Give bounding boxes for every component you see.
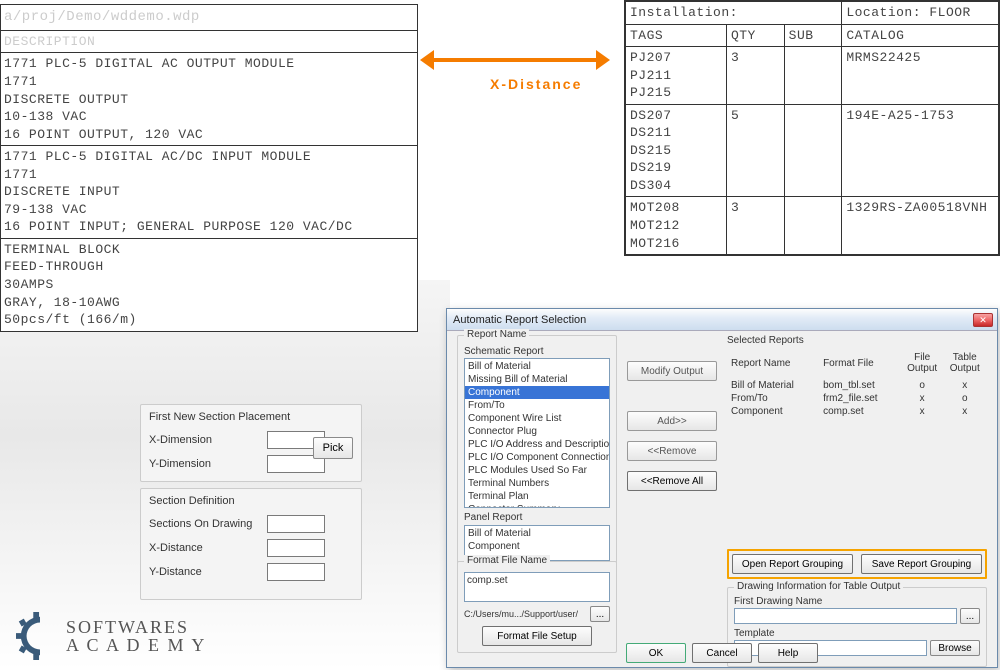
table-row: DS207 DS211 DS215 DS219 DS3045194E-A25-1… — [626, 104, 999, 197]
schematic-report-label: Schematic Report — [464, 346, 610, 357]
panel-title: First New Section Placement — [149, 411, 353, 423]
col-sub: SUB — [784, 24, 842, 47]
x-distance-label: X-Distance — [149, 542, 267, 554]
panel-title: Section Definition — [149, 495, 353, 507]
bom-section: 1771 PLC-5 DIGITAL AC OUTPUT MODULE 1771… — [1, 53, 417, 146]
x-distance-arrow — [420, 50, 610, 70]
bom-section: TERMINAL BLOCK FEED-THROUGH 30AMPS GRAY,… — [1, 239, 417, 331]
col-qty: QTY — [726, 24, 784, 47]
y-distance-label: Y-Distance — [149, 566, 267, 578]
table-row: PJ207 PJ211 PJ2153MRMS22425 — [626, 47, 999, 105]
list-item[interactable]: PLC Modules Used So Far — [465, 464, 609, 477]
close-icon[interactable]: ✕ — [973, 313, 993, 327]
template-label: Template — [734, 628, 980, 639]
list-item[interactable]: PLC I/O Address and Descriptions — [465, 438, 609, 451]
installation-table: Installation: Location: FLOOR TAGS QTY S… — [624, 0, 1000, 256]
col-tags: TAGS — [626, 24, 727, 47]
x-distance-label: X-Distance — [490, 76, 582, 92]
drawing-info-label: Drawing Information for Table Output — [734, 581, 903, 592]
remove-button[interactable]: <<Remove — [627, 441, 717, 461]
table-row[interactable]: Componentcomp.setxx — [729, 406, 985, 417]
gear-icon — [16, 612, 64, 660]
list-item[interactable]: Connector Summary — [465, 503, 609, 508]
modify-output-button[interactable]: Modify Output — [627, 361, 717, 381]
sections-on-drawing-input[interactable] — [267, 515, 325, 533]
softwares-academy-logo: SOFTWARES A C A D E M Y — [16, 612, 206, 660]
y-dimension-label: Y-Dimension — [149, 458, 267, 470]
logo-text-1: SOFTWARES — [66, 618, 206, 636]
format-file-name-label: Format File Name — [464, 555, 550, 566]
browse-path-button[interactable]: ... — [590, 606, 610, 622]
project-path: a/proj/Demo/wddemo.wdp — [1, 5, 417, 31]
y-distance-input[interactable] — [267, 563, 325, 581]
list-item[interactable]: Component Wire List — [465, 412, 609, 425]
location-cell: Location: FLOOR — [842, 2, 999, 25]
add-button[interactable]: Add>> — [627, 411, 717, 431]
list-item[interactable]: Bill of Material — [465, 527, 609, 540]
list-item[interactable]: Component — [465, 386, 609, 399]
bom-section: 1771 PLC-5 DIGITAL AC/DC INPUT MODULE 17… — [1, 146, 417, 239]
first-drawing-name-label: First Drawing Name — [734, 596, 980, 607]
x-distance-input[interactable] — [267, 539, 325, 557]
first-drawing-name-input[interactable] — [734, 608, 957, 624]
report-grouping-highlight: Open Report Grouping Save Report Groupin… — [727, 549, 987, 579]
list-item[interactable]: Connector Plug — [465, 425, 609, 438]
x-dimension-label: X-Dimension — [149, 434, 267, 446]
section-definition-panel: Section Definition Sections On Drawing X… — [140, 488, 362, 600]
open-report-grouping-button[interactable]: Open Report Grouping — [732, 554, 853, 574]
table-row: MOT208 MOT212 MOT21631329RS-ZA00518VNH — [626, 197, 999, 255]
list-item[interactable]: PLC I/O Component Connection — [465, 451, 609, 464]
list-item[interactable]: Component — [465, 540, 609, 553]
panel-report-label: Panel Report — [464, 512, 610, 523]
installation-cell: Installation: — [626, 2, 842, 25]
table-row[interactable]: From/Tofrm2_file.setxo — [729, 393, 985, 404]
list-item[interactable]: Terminal Numbers — [465, 477, 609, 490]
first-section-placement-panel: First New Section Placement X-Dimension … — [140, 404, 362, 482]
report-name-label: Report Name — [464, 329, 529, 340]
description-header: DESCRIPTION — [1, 31, 417, 54]
automatic-report-selection-dialog: Automatic Report Selection ✕ Report Name… — [446, 308, 998, 668]
format-file-value[interactable]: comp.set — [464, 572, 610, 602]
list-item[interactable]: Missing Bill of Material — [465, 373, 609, 386]
col-catalog: CATALOG — [842, 24, 999, 47]
cancel-button[interactable]: Cancel — [692, 643, 752, 663]
browse-drawing-button[interactable]: ... — [960, 608, 980, 624]
list-item[interactable]: Terminal Plan — [465, 490, 609, 503]
format-file-path: C:/Users/mu.../Support/user/ — [464, 609, 588, 619]
pick-button[interactable]: Pick — [313, 437, 353, 459]
save-report-grouping-button[interactable]: Save Report Grouping — [861, 554, 982, 574]
dialog-title: Automatic Report Selection — [453, 314, 973, 326]
selected-reports-table: Report Name Format File File Output Tabl… — [727, 350, 987, 419]
table-row[interactable]: Bill of Materialbom_tbl.setox — [729, 380, 985, 391]
ok-button[interactable]: OK — [626, 643, 686, 663]
list-item[interactable]: Bill of Material — [465, 360, 609, 373]
logo-text-2: A C A D E M Y — [66, 636, 206, 654]
list-item[interactable]: From/To — [465, 399, 609, 412]
remove-all-button[interactable]: <<Remove All — [627, 471, 717, 491]
sections-on-drawing-label: Sections On Drawing — [149, 518, 267, 530]
selected-reports-label: Selected Reports — [727, 335, 987, 346]
bom-description-table: a/proj/Demo/wddemo.wdp DESCRIPTION 1771 … — [0, 4, 418, 332]
schematic-report-list[interactable]: Bill of MaterialMissing Bill of Material… — [464, 358, 610, 508]
help-button[interactable]: Help — [758, 643, 818, 663]
